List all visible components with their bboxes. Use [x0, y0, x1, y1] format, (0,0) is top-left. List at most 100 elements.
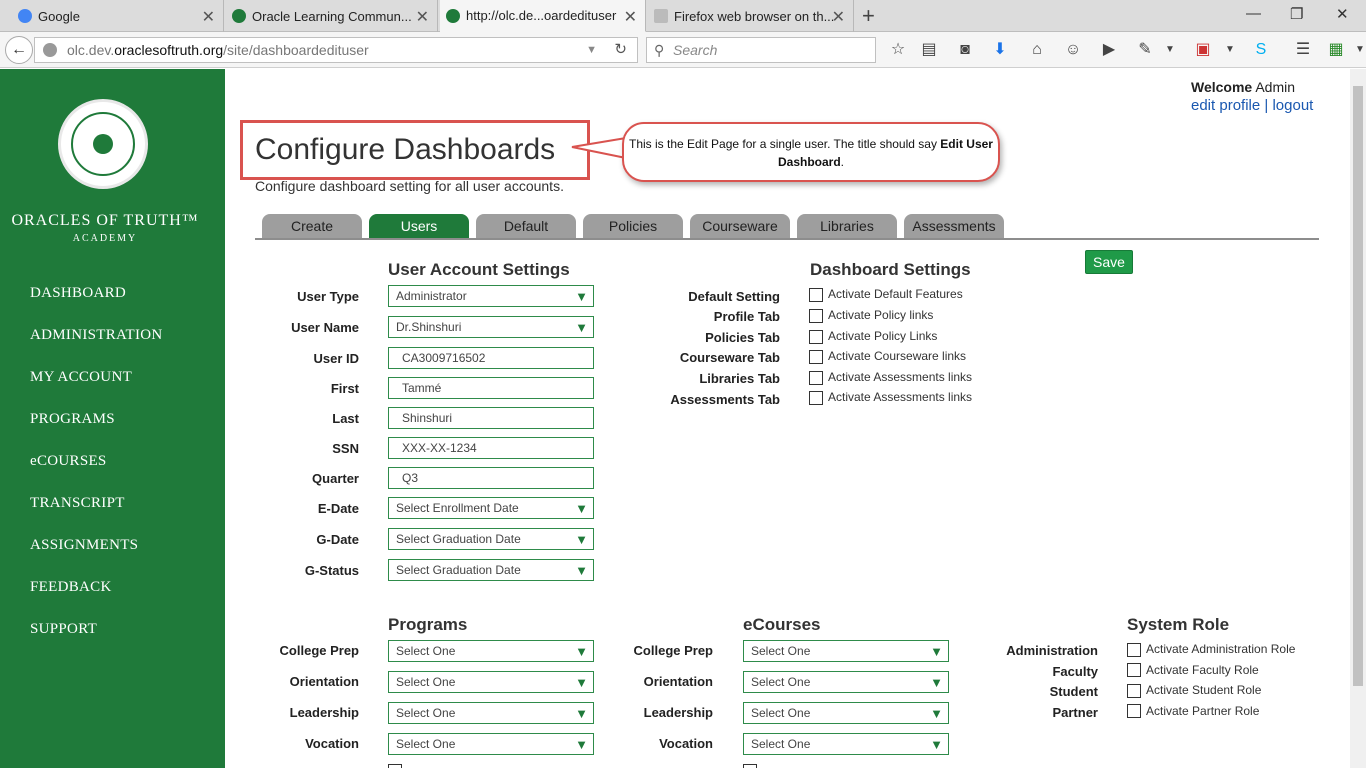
- nav-programs[interactable]: PROGRAMS: [30, 411, 115, 428]
- youtube-icon[interactable]: ▶: [1099, 40, 1119, 60]
- ecourse-checkbox[interactable]: [743, 764, 757, 768]
- libraries-tab-checkbox[interactable]: [809, 371, 823, 385]
- pocket-icon[interactable]: ◙: [955, 40, 975, 60]
- student-role-checkbox[interactable]: [1127, 684, 1141, 698]
- close-icon[interactable]: ✕: [832, 7, 845, 27]
- dropdown-arrow-icon: ▼: [575, 563, 588, 578]
- tab-google[interactable]: Google ✕: [12, 0, 224, 32]
- home-icon[interactable]: ⌂: [1027, 40, 1047, 60]
- program-vocation-select[interactable]: Select One ▼: [388, 733, 594, 755]
- nav-transcript[interactable]: TRANSCRIPT: [30, 495, 125, 512]
- programs-heading: Programs: [388, 615, 468, 634]
- close-icon[interactable]: ✕: [202, 7, 215, 27]
- graduation-date-select[interactable]: Select Graduation Date ▼: [388, 528, 594, 550]
- tab-default[interactable]: Default: [476, 214, 576, 238]
- nav-dashboard[interactable]: DASHBOARD: [30, 285, 126, 302]
- administration-role-checkbox[interactable]: [1127, 643, 1141, 657]
- chevron-down-icon[interactable]: ▼: [1350, 40, 1366, 60]
- enrollment-date-select[interactable]: Select Enrollment Date ▼: [388, 497, 594, 519]
- ecourse-leadership-select[interactable]: Select One ▼: [743, 702, 949, 724]
- role-label: Administration: [1006, 643, 1098, 658]
- tab-libraries[interactable]: Libraries: [797, 214, 897, 238]
- nav-support[interactable]: SUPPORT: [30, 621, 97, 638]
- skype-icon[interactable]: S: [1251, 40, 1271, 60]
- select-value: Select One: [396, 706, 456, 720]
- nav-administration[interactable]: ADMINISTRATION: [30, 327, 163, 344]
- default-features-checkbox[interactable]: [809, 288, 823, 302]
- tab-assessments[interactable]: Assessments: [904, 214, 1004, 238]
- download-icon[interactable]: ⬇: [990, 40, 1010, 60]
- program-leadership-select[interactable]: Select One ▼: [388, 702, 594, 724]
- tab-policies[interactable]: Policies: [583, 214, 683, 238]
- reload-icon[interactable]: ↻: [614, 38, 627, 62]
- url-dropdown-icon[interactable]: ▼: [586, 38, 597, 62]
- nav-feedback[interactable]: FEEDBACK: [30, 579, 112, 596]
- logout-link[interactable]: logout: [1272, 97, 1313, 114]
- setting-label: Courseware Tab: [679, 350, 780, 365]
- reading-list-icon[interactable]: ▤: [919, 40, 939, 60]
- save-button[interactable]: Save: [1085, 250, 1133, 274]
- policies-tab-checkbox[interactable]: [809, 330, 823, 344]
- program-checkbox[interactable]: [388, 764, 402, 768]
- chevron-down-icon[interactable]: ▼: [1220, 40, 1240, 60]
- tab-create[interactable]: Create: [262, 214, 362, 238]
- program-college-prep-select[interactable]: Select One ▼: [388, 640, 594, 662]
- tab-oracle-learning[interactable]: Oracle Learning Commun... ✕: [226, 0, 438, 32]
- tab-users[interactable]: Users: [369, 214, 469, 238]
- menu-icon[interactable]: ☰: [1293, 40, 1313, 60]
- callout-pointer: [571, 136, 629, 160]
- ecourse-college-prep-select[interactable]: Select One ▼: [743, 640, 949, 662]
- bookmark-star-icon[interactable]: ☆: [888, 40, 908, 60]
- chevron-down-icon[interactable]: ▼: [1160, 40, 1180, 60]
- welcome-label: Welcome: [1191, 79, 1253, 95]
- close-icon[interactable]: ✕: [416, 7, 429, 27]
- program-label: Orientation: [289, 674, 359, 689]
- brush-icon[interactable]: ✎: [1135, 40, 1155, 60]
- tab-courseware[interactable]: Courseware: [690, 214, 790, 238]
- minimize-icon[interactable]: —: [1246, 5, 1261, 22]
- ecourse-orientation-select[interactable]: Select One ▼: [743, 671, 949, 693]
- academy-seal-logo: [58, 99, 148, 189]
- courseware-tab-checkbox[interactable]: [809, 350, 823, 364]
- user-type-select[interactable]: Administrator ▼: [388, 285, 594, 307]
- user-id-input[interactable]: CA3009716502: [388, 347, 594, 369]
- assessments-tab-checkbox[interactable]: [809, 391, 823, 405]
- ecourse-vocation-select[interactable]: Select One ▼: [743, 733, 949, 755]
- quarter-input[interactable]: Q3: [388, 467, 594, 489]
- user-name-select[interactable]: Dr.Shinshuri ▼: [388, 316, 594, 338]
- restore-icon[interactable]: ❐: [1290, 5, 1303, 23]
- tab-firefox[interactable]: Firefox web browser on th... ✕: [648, 0, 854, 32]
- scrollbar-thumb[interactable]: [1353, 86, 1363, 686]
- window-close-icon[interactable]: ✕: [1336, 5, 1349, 23]
- tab-dashboard-edit-user[interactable]: http://olc.de...oardedituser ✕: [440, 0, 646, 32]
- annotation-callout: This is the Edit Page for a single user.…: [622, 122, 1000, 182]
- close-icon[interactable]: ✕: [624, 7, 637, 27]
- search-input[interactable]: ⚲ Search: [646, 37, 876, 63]
- nav-assignments[interactable]: ASSIGNMENTS: [30, 537, 138, 554]
- graduation-status-select[interactable]: Select Graduation Date ▼: [388, 559, 594, 581]
- faculty-role-checkbox[interactable]: [1127, 663, 1141, 677]
- new-tab-button[interactable]: +: [862, 3, 875, 29]
- nav-ecourses[interactable]: eCOURSES: [30, 453, 107, 470]
- field-label: Quarter: [312, 471, 359, 486]
- setting-label: Profile Tab: [713, 309, 780, 324]
- program-label: Leadership: [289, 705, 359, 720]
- select-value: Administrator: [396, 289, 467, 303]
- extension-icon[interactable]: ▦: [1326, 40, 1346, 60]
- link-separator: |: [1264, 97, 1269, 114]
- first-name-input[interactable]: Tammé: [388, 377, 594, 399]
- tab-title: http://olc.de...oardedituser: [466, 8, 617, 23]
- profile-tab-checkbox[interactable]: [809, 309, 823, 323]
- ssn-input[interactable]: XXX-XX-1234: [388, 437, 594, 459]
- back-button[interactable]: ←: [5, 36, 33, 64]
- edit-profile-link[interactable]: edit profile: [1191, 97, 1260, 114]
- ecourse-label: Leadership: [643, 705, 713, 720]
- last-name-input[interactable]: Shinshuri: [388, 407, 594, 429]
- chat-icon[interactable]: ☺: [1063, 40, 1083, 60]
- pdf-icon[interactable]: ▣: [1193, 40, 1213, 60]
- partner-role-checkbox[interactable]: [1127, 704, 1141, 718]
- program-orientation-select[interactable]: Select One ▼: [388, 671, 594, 693]
- nav-my-account[interactable]: MY ACCOUNT: [30, 369, 132, 386]
- callout-text: This is the Edit Page for a single user.…: [629, 137, 937, 151]
- url-bar[interactable]: olc.dev.oraclesoftruth.org/site/dashboar…: [34, 37, 638, 63]
